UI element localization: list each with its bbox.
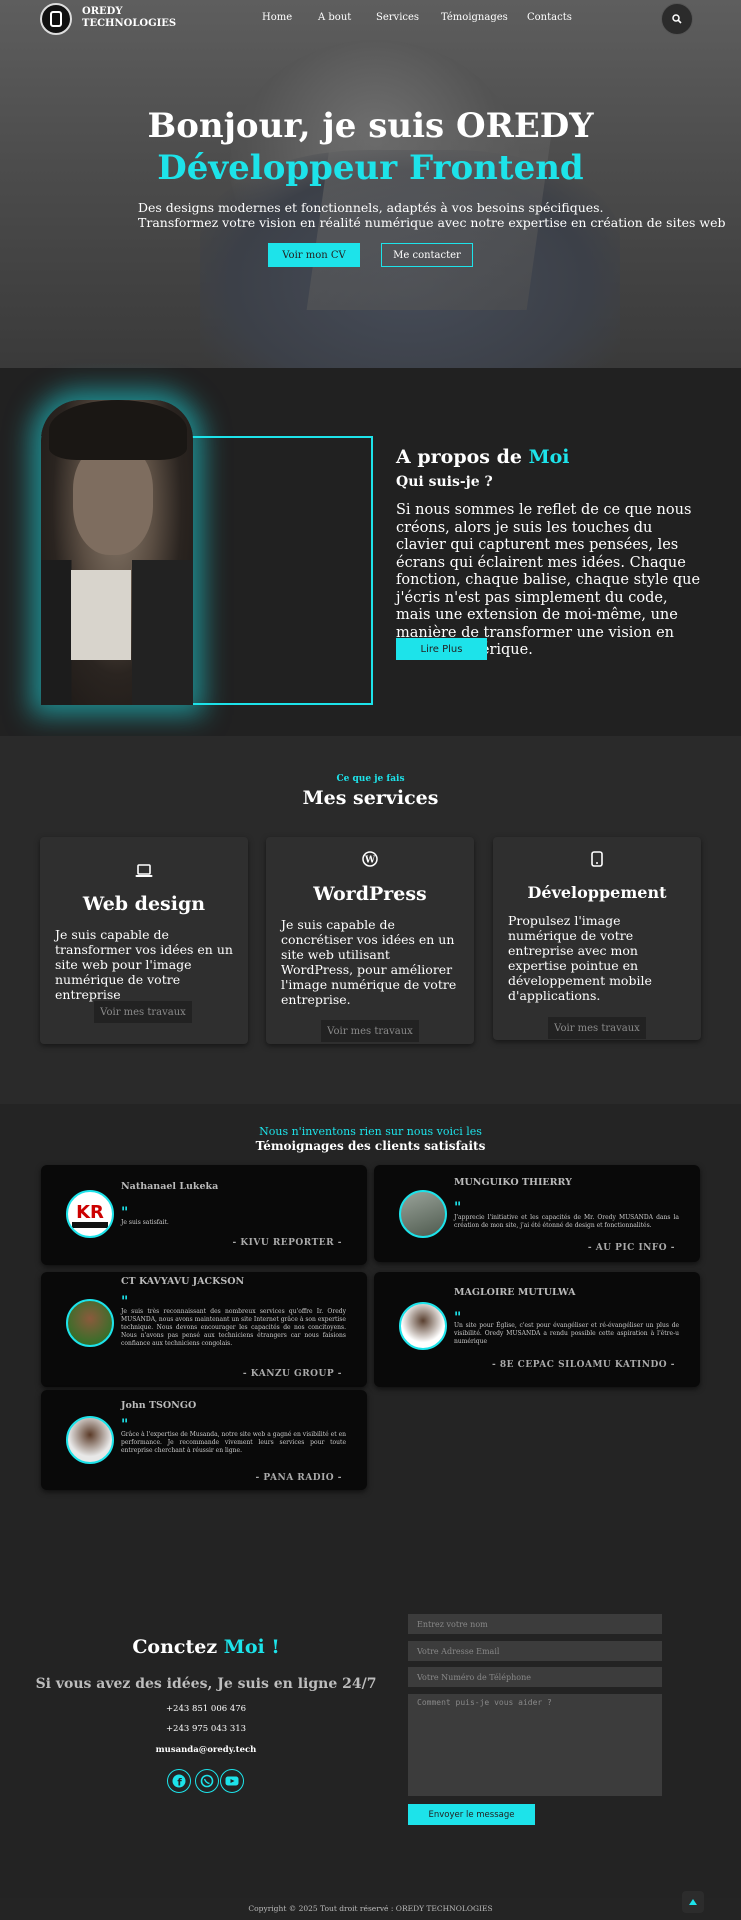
- contact-subtitle: Si vous avez des idées, Je suis en ligne…: [35, 1676, 377, 1692]
- testimonial-text: J'apprecie l'initiative et les capacités…: [454, 1214, 679, 1229]
- phone-2[interactable]: +243 975 043 313: [26, 1724, 386, 1734]
- nav-about[interactable]: A bout: [318, 12, 351, 23]
- logo-line-2: TECHNOLOGIES: [82, 18, 177, 29]
- contact-me-button[interactable]: Me contacter: [381, 243, 473, 267]
- service-title: Web design: [82, 893, 206, 915]
- navbar: OREDY TECHNOLOGIES Home A bout Services …: [0, 0, 741, 40]
- testimonial-name: CT KAVYAVU JACKSON: [121, 1276, 245, 1287]
- nav-contacts[interactable]: Contacts: [527, 12, 572, 23]
- service-description: Je suis capable de concrétiser vos idées…: [281, 917, 457, 1007]
- svg-text:W: W: [364, 856, 376, 866]
- profile-photo: [41, 400, 193, 705]
- svg-text:KR: KR: [76, 1202, 104, 1223]
- testimonial-name: MUNGUIKO THIERRY: [454, 1177, 572, 1188]
- facebook-icon[interactable]: f: [167, 1769, 191, 1793]
- logo-text[interactable]: OREDY TECHNOLOGIES: [82, 6, 176, 30]
- view-work-button[interactable]: Voir mes travaux: [94, 1001, 192, 1023]
- about-subtitle: Qui suis-je ?: [396, 474, 493, 490]
- hero-line-1: Des designs modernes et fonctionnels, ad…: [138, 200, 604, 215]
- testimonial-card: MUNGUIKO THIERRY " J'apprecie l'initiati…: [374, 1165, 700, 1262]
- testimonial-text: Un site pour Église, c'est pour évangéli…: [454, 1322, 679, 1345]
- testimonial-company: - PANA RADIO -: [255, 1473, 342, 1483]
- search-icon: [672, 14, 682, 24]
- nav-services[interactable]: Services: [376, 12, 419, 23]
- svg-text:f: f: [177, 1778, 182, 1789]
- avatar: [66, 1299, 114, 1347]
- kivu-reporter-logo: KR: [72, 1202, 108, 1228]
- view-work-button[interactable]: Voir mes travaux: [548, 1017, 646, 1039]
- nav-testimonials[interactable]: Témoignages: [441, 12, 508, 23]
- arrow-up-icon: [689, 1899, 697, 1905]
- services-title: Mes services: [302, 787, 439, 809]
- footer-copyright: Copyright © 2025 Tout droit réservé : OR…: [248, 1904, 493, 1913]
- service-description: Propulsez l'image numérique de votre ent…: [508, 913, 652, 1003]
- hero-description: Des designs modernes et fonctionnels, ad…: [138, 200, 726, 230]
- avatar: [66, 1416, 114, 1464]
- testimonial-card: John TSONGO " Grâce à l'expertise de Mus…: [41, 1390, 367, 1490]
- service-description: Je suis capable de transformer vos idées…: [55, 927, 233, 1002]
- hero-greeting: Bonjour, je suis OREDY: [147, 106, 594, 146]
- testimonial-text: Je suis très reconnaissant des nombreux …: [121, 1308, 346, 1347]
- back-to-top-button[interactable]: [682, 1891, 704, 1913]
- nav-home[interactable]: Home: [262, 12, 292, 23]
- about-text: Si nous sommes le reflet de ce que nous …: [396, 502, 701, 658]
- phone-input[interactable]: Votre Numéro de Téléphone: [408, 1667, 662, 1687]
- email-address[interactable]: musanda@oredy.tech: [26, 1745, 386, 1755]
- photo-face: [73, 445, 153, 555]
- hero-role: Développeur Frontend: [157, 148, 584, 188]
- hero-section: OREDY TECHNOLOGIES Home A bout Services …: [0, 0, 741, 368]
- photo-shirt: [71, 570, 131, 660]
- view-cv-button[interactable]: Voir mon CV: [268, 243, 360, 267]
- testimonial-name: John TSONGO: [121, 1400, 197, 1411]
- about-title: A propos de Moi: [396, 446, 570, 468]
- services-kicker: Ce que je fais: [336, 774, 405, 784]
- service-card-wordpress: W WordPress Je suis capable de concrétis…: [266, 837, 474, 1044]
- contact-title-accent: Moi !: [223, 1636, 280, 1658]
- testimonial-name: MAGLOIRE MUTULWA: [454, 1287, 576, 1298]
- message-textarea[interactable]: Comment puis-je vous aider ?: [408, 1694, 662, 1796]
- logo-icon[interactable]: [40, 3, 72, 35]
- photo-hair: [49, 400, 187, 460]
- contact-title-prefix: Conctez: [132, 1636, 218, 1658]
- whatsapp-icon[interactable]: [195, 1769, 219, 1793]
- testimonials-title: Témoignages des clients satisfaits: [255, 1139, 486, 1153]
- testimonial-company: - 8E CEPAC SILOAMU KATINDO -: [492, 1360, 675, 1370]
- testimonial-company: - KANZU GROUP -: [242, 1369, 342, 1379]
- view-work-button[interactable]: Voir mes travaux: [321, 1020, 419, 1042]
- service-title: Développement: [527, 883, 667, 902]
- testimonial-text: Grâce à l'expertise de Musanda, notre si…: [121, 1431, 346, 1454]
- testimonial-card: MAGLOIRE MUTULWA " Un site pour Église, …: [374, 1272, 700, 1387]
- service-title: WordPress: [313, 883, 427, 905]
- contact-title: Conctez Moi !: [26, 1636, 386, 1658]
- avatar: [399, 1302, 447, 1350]
- testimonial-name: Nathanael Lukeka: [121, 1181, 219, 1192]
- service-card-web-design: Web design Je suis capable de transforme…: [40, 837, 248, 1044]
- wordpress-icon: W: [266, 851, 474, 871]
- testimonial-text: Je suis satisfait.: [121, 1219, 169, 1226]
- youtube-icon[interactable]: [220, 1769, 244, 1793]
- avatar: [399, 1190, 447, 1238]
- testimonial-card: Nathanael Lukeka KR " Je suis satisfait.…: [41, 1165, 367, 1265]
- email-input[interactable]: Votre Adresse Email: [408, 1641, 662, 1661]
- search-button[interactable]: [661, 3, 693, 35]
- read-more-button[interactable]: Lire Plus: [396, 638, 487, 660]
- laptop-icon: [40, 863, 248, 882]
- testimonial-company: - KIVU REPORTER -: [232, 1238, 342, 1248]
- about-title-accent: Moi: [528, 446, 570, 468]
- avatar: KR: [66, 1190, 114, 1238]
- testimonial-card: CT KAVYAVU JACKSON " Je suis très reconn…: [41, 1272, 367, 1387]
- service-card-development: Développement Propulsez l'image numériqu…: [493, 837, 701, 1040]
- mobile-icon: [493, 851, 701, 871]
- testimonial-company: - AU PIC INFO -: [587, 1243, 675, 1253]
- logo-line-1: OREDY: [82, 6, 123, 17]
- phone-1[interactable]: +243 851 006 476: [26, 1704, 386, 1714]
- hero-line-2: Transformez votre vision en réalité numé…: [138, 215, 726, 230]
- send-message-button[interactable]: Envoyer le message: [408, 1804, 535, 1825]
- about-title-prefix: A propos de: [396, 446, 522, 468]
- name-input[interactable]: Entrez votre nom: [408, 1614, 662, 1634]
- testimonials-kicker: Nous n'inventons rien sur nous voici les: [259, 1125, 482, 1138]
